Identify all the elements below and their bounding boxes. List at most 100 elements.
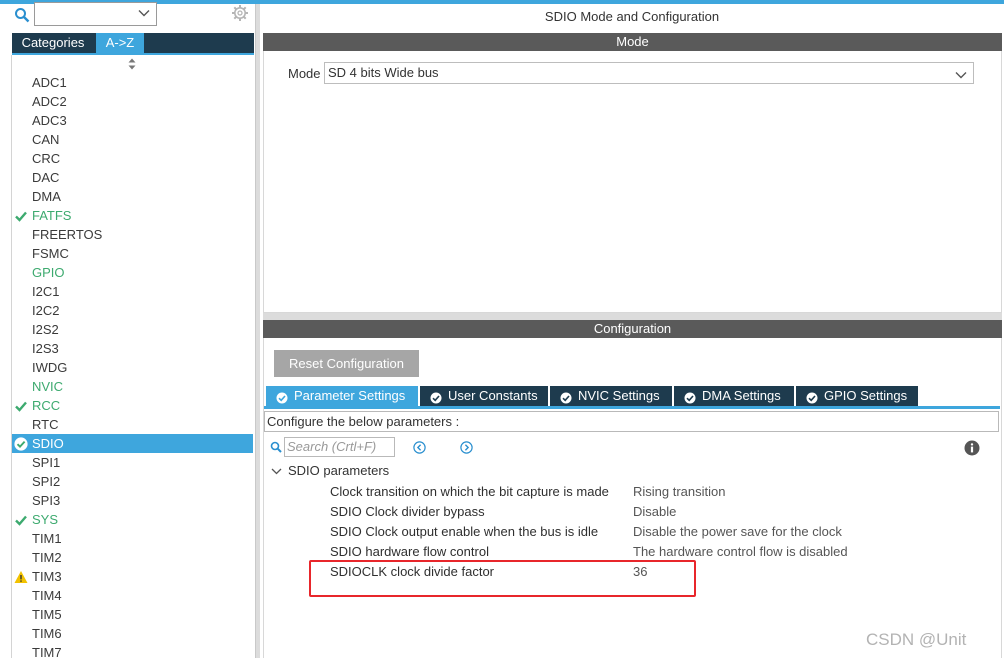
sidebar-item-i2c2[interactable]: I2C2 [12, 301, 253, 320]
tab-categories[interactable]: Categories [12, 33, 94, 53]
search-icon [14, 7, 30, 23]
sidebar-item-iwdg[interactable]: IWDG [12, 358, 253, 377]
sidebar-item-label: RTC [32, 417, 59, 432]
sidebar-item-sys[interactable]: SYS [12, 510, 253, 529]
sidebar-item-i2s2[interactable]: I2S2 [12, 320, 253, 339]
parameter-value[interactable]: Disable the power save for the clock [633, 523, 842, 541]
parameter-value[interactable]: Rising transition [633, 483, 726, 501]
tab-parameter-settings[interactable]: Parameter Settings [266, 386, 418, 406]
sidebar-item-can[interactable]: CAN [12, 130, 253, 149]
parameter-value[interactable]: The hardware control flow is disabled [633, 543, 848, 561]
sidebar-item-freertos[interactable]: FREERTOS [12, 225, 253, 244]
sidebar-item-label: FATFS [32, 208, 72, 223]
parameter-value[interactable]: Disable [633, 503, 676, 521]
tab-label: DMA Settings [702, 388, 781, 403]
reset-configuration-button[interactable]: Reset Configuration [274, 350, 419, 377]
gear-icon[interactable] [231, 4, 249, 22]
parameter-search-input[interactable]: Search (Crtl+F) [284, 437, 395, 457]
next-match-icon[interactable] [460, 441, 473, 454]
mode-select[interactable]: SD 4 bits Wide bus [324, 62, 974, 84]
tab-label: Parameter Settings [294, 388, 406, 403]
sidebar-item-i2c1[interactable]: I2C1 [12, 282, 253, 301]
tab-dma-settings[interactable]: DMA Settings [674, 386, 794, 406]
sidebar-item-gpio[interactable]: GPIO [12, 263, 253, 282]
sort-arrows-icon[interactable] [126, 58, 138, 70]
watermark: CSDN @Unit [866, 630, 967, 649]
check-circle-icon [560, 390, 572, 404]
check-circle-icon [806, 390, 818, 404]
sidebar-item-rtc[interactable]: RTC [12, 415, 253, 434]
sidebar-item-label: CAN [32, 132, 60, 147]
sidebar-item-label: I2C1 [32, 284, 60, 299]
sidebar-item-tim2[interactable]: TIM2 [12, 548, 253, 567]
sidebar-item-fatfs[interactable]: FATFS [12, 206, 253, 225]
warning-icon [14, 570, 28, 584]
chevron-down-icon[interactable] [271, 465, 282, 476]
sidebar-item-adc1[interactable]: ADC1 [12, 73, 253, 92]
sidebar-item-spi2[interactable]: SPI2 [12, 472, 253, 491]
parameter-name: Clock transition on which the bit captur… [330, 484, 609, 499]
check-circle-icon [276, 390, 288, 404]
instruction-text: Configure the below parameters : [264, 411, 999, 432]
sidebar-item-label: I2S2 [32, 322, 59, 337]
sidebar-item-label: IWDG [32, 360, 68, 375]
sidebar-item-tim3[interactable]: TIM3 [12, 567, 253, 586]
sidebar-item-spi1[interactable]: SPI1 [12, 453, 253, 472]
tab-nvic-settings[interactable]: NVIC Settings [550, 386, 672, 406]
previous-match-icon[interactable] [413, 441, 426, 454]
mode-select-value: SD 4 bits Wide bus [328, 65, 439, 80]
sidebar-item-fsmc[interactable]: FSMC [12, 244, 253, 263]
sidebar-item-dma[interactable]: DMA [12, 187, 253, 206]
sidebar-item-adc3[interactable]: ADC3 [12, 111, 253, 130]
sidebar-item-crc[interactable]: CRC [12, 149, 253, 168]
chevron-down-icon [955, 67, 967, 79]
sidebar-item-label: FREERTOS [32, 227, 103, 242]
check-icon [14, 209, 28, 223]
sidebar-item-tim4[interactable]: TIM4 [12, 586, 253, 605]
mode-section-header: Mode [263, 33, 1002, 51]
sidebar-item-sdio[interactable]: SDIO [12, 434, 253, 453]
sidebar-item-label: SDIO [32, 436, 64, 451]
sidebar-item-tim6[interactable]: TIM6 [12, 624, 253, 643]
search-icon [270, 441, 282, 453]
parameter-name: SDIO hardware flow control [330, 544, 489, 559]
sidebar-item-label: TIM1 [32, 531, 62, 546]
tab-gpio-settings[interactable]: GPIO Settings [796, 386, 918, 406]
peripheral-list: ADC1 ADC2 ADC3 CAN CRC DAC DMA FATFS FREERTOS FSM… [12, 73, 253, 662]
sidebar-item-tim7[interactable]: TIM7 [12, 643, 253, 662]
tab-a-to-z[interactable]: A->Z [96, 33, 144, 53]
mode-label: Mode [288, 66, 321, 81]
sidebar-item-spi3[interactable]: SPI3 [12, 491, 253, 510]
sidebar-item-adc2[interactable]: ADC2 [12, 92, 253, 111]
sidebar-item-tim1[interactable]: TIM1 [12, 529, 253, 548]
check-icon [14, 437, 28, 451]
sdio-parameters-group[interactable]: SDIO parameters [288, 463, 389, 479]
check-circle-icon [684, 390, 696, 404]
sidebar-item-rcc[interactable]: RCC [12, 396, 253, 415]
config-tabs-underline [264, 406, 1000, 409]
peripheral-search-select[interactable] [34, 2, 157, 26]
sidebar-item-label: SPI2 [32, 474, 61, 489]
sidebar-item-label: I2C2 [32, 303, 60, 318]
tab-label: GPIO Settings [824, 388, 908, 403]
sidebar-item-label: GPIO [32, 265, 65, 280]
sidebar-item-label: SYS [32, 512, 59, 527]
sidebar-item-label: I2S3 [32, 341, 59, 356]
tab-user-constants[interactable]: User Constants [420, 386, 548, 406]
section-divider [263, 313, 1002, 320]
sidebar-item-dac[interactable]: DAC [12, 168, 253, 187]
check-icon [14, 513, 28, 527]
tab-label: NVIC Settings [578, 388, 660, 403]
sidebar-item-label: TIM3 [32, 569, 62, 584]
sidebar-item-nvic[interactable]: NVIC [12, 377, 253, 396]
sidebar-item-tim5[interactable]: TIM5 [12, 605, 253, 624]
sidebar-item-label: ADC3 [32, 113, 67, 128]
sidebar-item-label: DAC [32, 170, 60, 185]
sidebar-item-i2s3[interactable]: I2S3 [12, 339, 253, 358]
page-title: SDIO Mode and Configuration [544, 9, 720, 24]
sidebar-item-label: SPI3 [32, 493, 61, 508]
mode-section [263, 51, 1002, 313]
sidebar-item-label: ADC1 [32, 75, 67, 90]
info-icon[interactable] [964, 440, 980, 456]
sidebar-item-label: NVIC [32, 379, 64, 394]
